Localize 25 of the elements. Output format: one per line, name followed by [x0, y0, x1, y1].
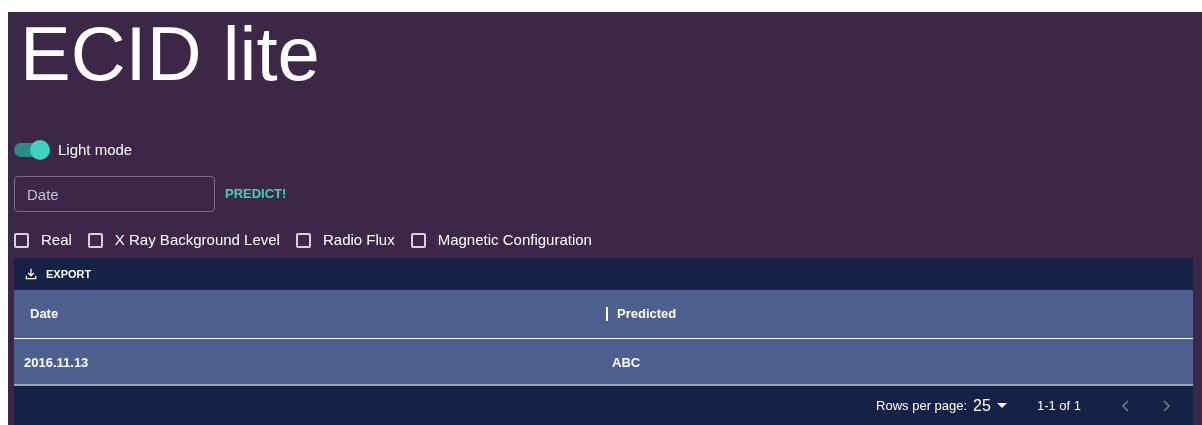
checkbox[interactable]	[14, 232, 29, 248]
checkbox-label: Real	[41, 229, 72, 250]
predict-button[interactable]: PREDICT!	[223, 178, 289, 210]
checkbox-label: X Ray Background Level	[114, 229, 280, 250]
checkbox[interactable]	[87, 232, 103, 248]
table-cell: ABC	[612, 354, 641, 370]
checkbox[interactable]	[295, 232, 311, 248]
chevron-left-icon	[1121, 399, 1129, 412]
column-header[interactable]: Predicted	[617, 304, 677, 324]
checkbox-label: Magnetic Configuration	[437, 229, 592, 250]
app-title: ECID lite	[19, 12, 320, 96]
column-header[interactable]: Date	[30, 304, 59, 324]
switch-label: Light mode	[58, 139, 133, 160]
checkbox[interactable]	[410, 232, 426, 248]
export-button[interactable]: EXPORT	[22, 261, 94, 287]
theme-switch[interactable]	[14, 143, 48, 157]
caret-icon	[996, 402, 1007, 409]
page-range: 1-1 of 1	[1036, 396, 1081, 415]
download-icon	[24, 267, 38, 281]
rows-per-page-select[interactable]: 25	[973, 393, 1007, 418]
rows-per-page-label: Rows per page:	[876, 396, 968, 415]
table-cell: 2016.11.13	[24, 354, 89, 370]
chevron-right-icon	[1163, 399, 1171, 412]
date-field[interactable]: Date	[14, 176, 215, 212]
checkbox-label: Radio Flux	[322, 229, 395, 250]
